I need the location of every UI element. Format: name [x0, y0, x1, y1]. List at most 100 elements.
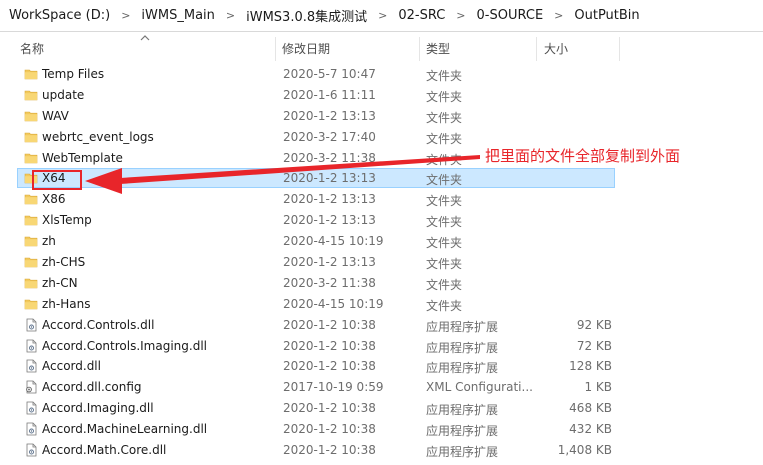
file-type: 文件夹: [426, 194, 463, 209]
file-type: 应用程序扩展: [426, 340, 499, 355]
chevron-right-icon: >: [225, 9, 236, 22]
file-name: zh-CHS: [42, 255, 86, 270]
file-row[interactable]: Accord.dll 2020-1-2 10:38 应用程序扩展 128 KB: [0, 356, 763, 377]
file-name: XlsTemp: [42, 213, 92, 228]
column-header-size[interactable]: 大小: [544, 40, 568, 57]
file-date: 2020-1-2 13:13: [283, 108, 376, 123]
dll-file-icon: [24, 318, 38, 332]
file-name: Accord.Math.Core.dll: [42, 443, 167, 458]
file-type: 文件夹: [426, 173, 463, 188]
file-type: 文件夹: [426, 257, 463, 272]
file-name: Accord.Controls.dll: [42, 317, 155, 332]
file-type: 文件夹: [426, 215, 463, 230]
column-header-name[interactable]: 名称: [20, 40, 44, 57]
file-name: Accord.MachineLearning.dll: [42, 422, 208, 437]
file-size: 72 KB: [576, 338, 612, 353]
folder-icon: [24, 255, 38, 269]
file-name: Accord.dll: [42, 359, 101, 374]
file-type: 文件夹: [426, 152, 463, 167]
file-date: 2020-1-2 10:38: [283, 443, 376, 458]
column-header: 名称 修改日期 类型 大小: [0, 33, 763, 63]
chevron-right-icon: >: [378, 9, 388, 22]
file-name: Accord.Imaging.dll: [42, 401, 154, 416]
file-row[interactable]: Accord.Controls.Imaging.dll 2020-1-2 10:3…: [0, 336, 763, 357]
file-row[interactable]: zh-Hans 2020-4-15 10:19 文件夹: [0, 294, 763, 315]
column-header-date[interactable]: 修改日期: [282, 40, 330, 57]
dll-file-icon: [24, 339, 38, 353]
file-name: zh-CN: [42, 275, 78, 290]
file-date: 2020-1-2 13:13: [283, 255, 376, 270]
file-name: Temp Files: [42, 67, 105, 81]
breadcrumb-item-0-source[interactable]: 0-SOURCE: [474, 8, 547, 23]
file-type: 文件夹: [426, 89, 463, 104]
file-row[interactable]: zh-CN 2020-3-2 11:38 文件夹: [0, 273, 763, 294]
column-header-type[interactable]: 类型: [426, 40, 450, 57]
chevron-right-icon: >: [121, 9, 131, 22]
file-date: 2020-5-7 10:47: [283, 67, 376, 81]
file-row[interactable]: Accord.MachineLearning.dll 2020-1-2 10:38…: [0, 419, 763, 440]
breadcrumb-item-workspace[interactable]: WorkSpace (D:): [6, 8, 113, 23]
file-size: 1 KB: [584, 380, 612, 395]
column-divider[interactable]: [419, 37, 420, 61]
file-size: 128 KB: [569, 359, 612, 374]
file-row[interactable]: XlsTemp 2020-1-2 13:13 文件夹: [0, 210, 763, 231]
column-divider[interactable]: [536, 37, 537, 61]
file-size: 92 KB: [576, 317, 612, 332]
folder-icon: [24, 192, 38, 206]
breadcrumb-item-outputbin[interactable]: OutPutBin: [571, 8, 642, 23]
folder-icon: [24, 276, 38, 290]
dll-file-icon: [24, 422, 38, 436]
folder-icon: [24, 213, 38, 227]
file-date: 2020-1-2 13:13: [283, 192, 376, 207]
breadcrumb-item-iwms-main[interactable]: iWMS_Main: [138, 8, 217, 23]
file-row[interactable]: X86 2020-1-2 13:13 文件夹: [0, 189, 763, 210]
file-name: webrtc_event_logs: [42, 129, 154, 144]
folder-icon: [24, 151, 38, 165]
breadcrumb: WorkSpace (D:) > iWMS_Main > iWMS3.0.8集成…: [0, 0, 763, 32]
file-date: 2020-1-2 10:38: [283, 422, 376, 437]
file-list: Temp Files 2020-5-7 10:47 文件夹 update 2020-1-…: [0, 64, 763, 461]
file-type: 文件夹: [426, 277, 463, 292]
column-divider[interactable]: [275, 37, 276, 61]
file-date: 2020-1-2 10:38: [283, 359, 376, 374]
file-row[interactable]: Accord.Controls.dll 2020-1-2 10:38 应用程序扩展 9…: [0, 315, 763, 336]
chevron-right-icon: >: [456, 9, 466, 22]
breadcrumb-item-iwms308[interactable]: iWMS3.0.8集成测试: [243, 6, 370, 25]
highlight-box: [32, 170, 82, 190]
file-size: 468 KB: [569, 401, 612, 416]
file-row[interactable]: Accord.Math.Core.dll 2020-1-2 10:38 应用程序扩展…: [0, 440, 763, 461]
file-date: 2020-4-15 10:19: [283, 234, 384, 249]
file-type: 文件夹: [426, 69, 463, 83]
file-row[interactable]: zh 2020-4-15 10:19 文件夹: [0, 231, 763, 252]
file-date: 2020-1-2 10:38: [283, 401, 376, 416]
file-date: 2020-1-6 11:11: [283, 87, 376, 102]
folder-icon: [24, 234, 38, 248]
file-type: 应用程序扩展: [426, 445, 499, 460]
dll-file-icon: [24, 401, 38, 415]
file-row[interactable]: WAV 2020-1-2 13:13 文件夹: [0, 106, 763, 127]
file-type: 文件夹: [426, 298, 463, 313]
file-type: 文件夹: [426, 110, 463, 125]
breadcrumb-item-02-src[interactable]: 02-SRC: [395, 8, 448, 23]
file-row[interactable]: Temp Files 2020-5-7 10:47 文件夹: [0, 64, 763, 85]
file-date: 2020-3-2 11:38: [283, 275, 376, 290]
folder-icon: [24, 109, 38, 123]
file-type: XML Configurati...: [426, 380, 533, 395]
file-name: zh: [42, 234, 56, 249]
file-name: Accord.dll.config: [42, 380, 142, 395]
file-size: 432 KB: [569, 422, 612, 437]
folder-icon: [24, 130, 38, 144]
file-row[interactable]: Accord.Imaging.dll 2020-1-2 10:38 应用程序扩展 46…: [0, 398, 763, 419]
file-row[interactable]: update 2020-1-6 11:11 文件夹: [0, 85, 763, 106]
folder-icon: [24, 88, 38, 102]
folder-icon: [24, 297, 38, 311]
file-row[interactable]: X64 2020-1-2 13:13 文件夹: [0, 168, 763, 189]
file-type: 应用程序扩展: [426, 361, 499, 376]
file-name: WebTemplate: [42, 150, 123, 165]
file-date: 2020-3-2 17:40: [283, 129, 376, 144]
file-row[interactable]: zh-CHS 2020-1-2 13:13 文件夹: [0, 252, 763, 273]
column-divider[interactable]: [619, 37, 620, 61]
file-row[interactable]: Accord.dll.config 2017-10-19 0:59 XML Conf…: [0, 377, 763, 398]
file-date: 2020-3-2 11:38: [283, 150, 376, 165]
file-name: update: [42, 87, 85, 102]
